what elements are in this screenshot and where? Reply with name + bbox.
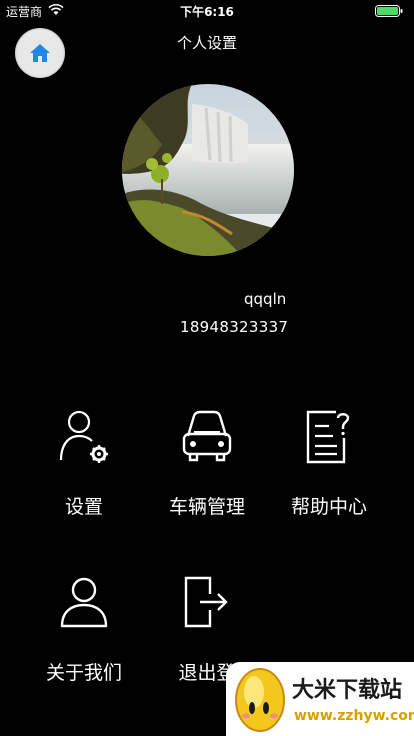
menu-label-about-us: 关于我们 (45, 662, 122, 684)
menu-label-vehicle-management: 车辆管理 (168, 496, 245, 518)
help-document-icon (306, 410, 350, 464)
menu-label-help-center: 帮助中心 (290, 496, 367, 518)
logout-icon (184, 576, 228, 628)
menu-item-settings[interactable]: 设置 (22, 408, 146, 518)
page-title: 个人设置 (176, 34, 237, 52)
egg-mascot-icon (235, 668, 285, 732)
watermark-badge: 大米下载站 www.zzhyw.com (226, 662, 414, 736)
avatar[interactable] (122, 84, 294, 256)
phone-number: 18948323337 (180, 318, 289, 336)
username: qqqln (244, 290, 287, 308)
user-icon (60, 577, 108, 628)
car-icon (182, 410, 232, 462)
user-settings-icon (59, 410, 108, 463)
menu-item-vehicle-management[interactable]: 车辆管理 (145, 408, 269, 518)
waterfall-photo (122, 84, 294, 256)
menu-item-help-center[interactable]: 帮助中心 (267, 408, 391, 518)
watermark-url: www.zzhyw.com (294, 708, 414, 724)
menu-item-about-us[interactable]: 关于我们 (22, 574, 146, 684)
watermark-title: 大米下载站 (292, 678, 403, 703)
status-bar: 运营商 下午6:16 (0, 0, 414, 22)
menu-label-settings: 设置 (64, 496, 103, 518)
battery-icon (375, 5, 403, 17)
clock: 下午6:16 (180, 5, 234, 19)
screen: 运营商 下午6:16 个人设置 qqqln 18948323337 设置 车辆管… (0, 0, 414, 736)
